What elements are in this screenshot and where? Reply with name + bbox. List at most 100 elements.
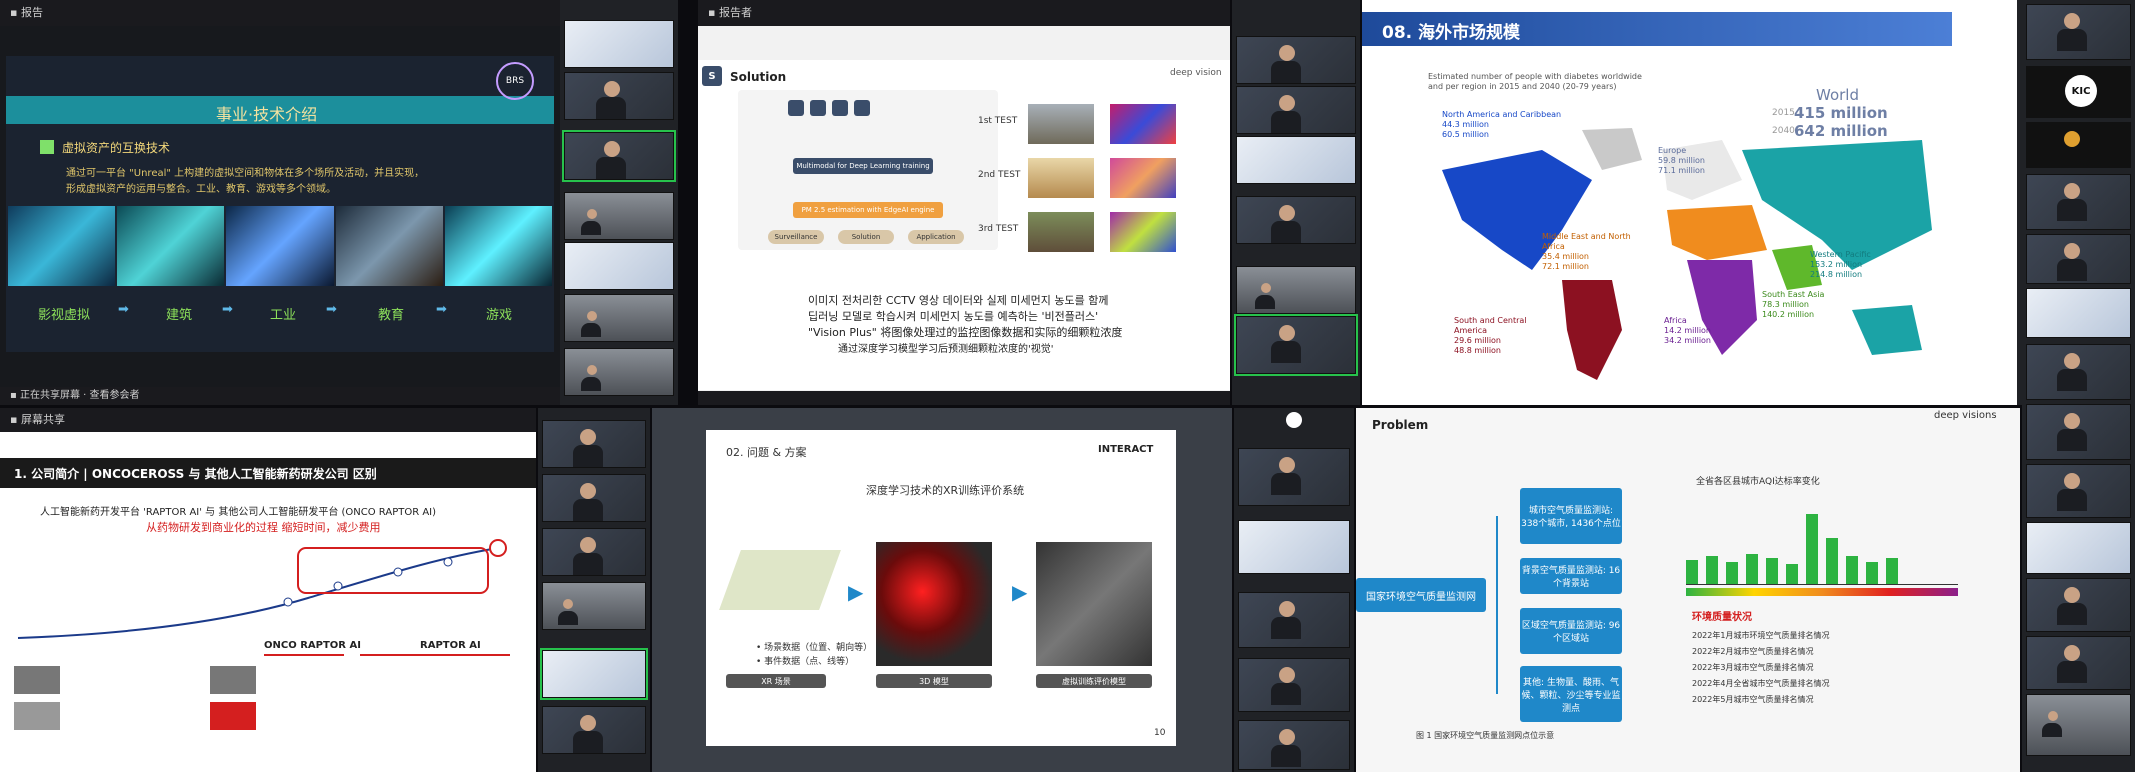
- tile-topbar: ▪ 屏幕共享: [0, 408, 536, 432]
- station-box-3: 区域空气质量监测站: 96个区域站: [1520, 608, 1622, 654]
- participant-tile[interactable]: [2026, 234, 2131, 284]
- participant-tile[interactable]: [2026, 522, 2131, 574]
- camera-icon: [810, 100, 826, 116]
- region-2040: 34.2 million: [1664, 336, 1712, 345]
- participant-tile[interactable]: [1236, 86, 1356, 134]
- figure-caption: 图 1 国家环境空气质量监测网点位示意: [1416, 731, 1555, 740]
- caption-line-4: 通过深度学习模型学习后预测细颗粒浓度的'视觉': [838, 344, 1054, 355]
- participant-tile[interactable]: [2026, 464, 2131, 518]
- participant-tile[interactable]: [564, 20, 674, 68]
- camera-icon: [788, 100, 804, 116]
- connector-line: [1496, 516, 1498, 694]
- test-image-3a: [1028, 212, 1094, 252]
- participant-tile[interactable]: [1238, 720, 1350, 770]
- line-1: 人工智能新药开发平台 'RAPTOR AI' 与 其他公司人工智能研发平台 (O…: [40, 507, 437, 518]
- region-2015: 153.2 million: [1810, 260, 1863, 269]
- chart-title: 全省各区县城市AQI达标率变化: [1696, 477, 1820, 487]
- station-box-1: 城市空气质量监测站: 338个城市, 1436个点位: [1520, 488, 1622, 544]
- participant-strip-q4: [538, 408, 650, 772]
- participant-tile[interactable]: [2026, 404, 2131, 460]
- participant-tile[interactable]: [1236, 196, 1356, 244]
- participant-tile[interactable]: [542, 582, 646, 630]
- subtitle-1: Estimated number of people with diabetes…: [1428, 72, 1642, 81]
- image-5: [444, 206, 553, 286]
- image-2: [117, 206, 225, 286]
- participant-tile[interactable]: [1238, 448, 1350, 506]
- flow-out-2: Solution: [838, 230, 894, 244]
- participant-tile[interactable]: [564, 348, 674, 396]
- test-label-3: 3rd TEST: [978, 224, 1019, 234]
- participant-tile[interactable]: [2026, 694, 2131, 756]
- test-image-1b: [1110, 104, 1176, 144]
- heatmap-image: [876, 542, 992, 666]
- participant-tile[interactable]: [2026, 122, 2131, 168]
- slide-header: 1. 公司简介 | ONCOCEROSS 与 其他人工智能新药研发公司 区别: [14, 467, 377, 481]
- participant-tile[interactable]: [1236, 136, 1356, 184]
- shared-slide: 08. 海外市场规模 Estimated number of people wi…: [1362, 0, 1952, 405]
- region-greenland: [1582, 128, 1642, 170]
- video-tile-q4[interactable]: ▪ 屏幕共享 1. 公司简介 | ONCOCEROSS 与 其他人工智能新药研发…: [0, 408, 536, 772]
- region-name: Western Pacific: [1810, 250, 1871, 259]
- participant-tile[interactable]: [542, 420, 646, 468]
- participant-strip-q5: [1234, 408, 1354, 772]
- participant-tile[interactable]: [564, 242, 674, 290]
- timeline-chart: [17, 539, 507, 639]
- video-tile-q5[interactable]: 02. 问题 & 方案 INTERACT 深度学习技术的XR训练评价系统 • 场…: [652, 408, 1232, 772]
- image-strip: [8, 206, 553, 286]
- column-1-heading: ONCO RAPTOR AI: [264, 640, 361, 651]
- bar-chart: [1686, 498, 1958, 585]
- region-name: South and Central America: [1454, 316, 1527, 335]
- body-line-1: 通过可一平台 "Unreal" 上构建的虚拟空间和物体在多个场所及活动，并且实现…: [66, 168, 425, 179]
- video-tile-q3[interactable]: 08. 海外市场规模 Estimated number of people wi…: [1362, 0, 2022, 405]
- participant-tile[interactable]: [564, 72, 674, 120]
- left-grey-box: [14, 666, 60, 694]
- participant-tile[interactable]: [1238, 592, 1350, 648]
- participant-tile[interactable]: [1238, 658, 1350, 712]
- list-item-4: 2022年4月全省城市空气质量排名情况: [1692, 679, 1830, 688]
- divider: [264, 654, 344, 656]
- participant-tile[interactable]: [2026, 4, 2131, 60]
- page-number: 10: [1154, 728, 1166, 738]
- camera-icon: [854, 100, 870, 116]
- video-tile-q2[interactable]: ▪ 报告者 S Solution deep vision Multimodal …: [698, 0, 1230, 405]
- shared-slide: 事业·技术介绍 BRS 虚拟资产的互换技术 通过可一平台 "Unreal" 上构…: [6, 56, 554, 352]
- slide-title: Problem: [1372, 418, 1429, 432]
- participant-tile[interactable]: [2026, 344, 2131, 400]
- participant-tile[interactable]: [540, 648, 648, 700]
- brand: deep visions: [1934, 410, 1997, 421]
- participant-tile[interactable]: [542, 706, 646, 754]
- participant-tile[interactable]: [562, 130, 676, 182]
- caption-3: 虚拟训练评价模型: [1036, 674, 1152, 688]
- video-tile-q6[interactable]: Problem deep visions 国家环境空气质量监测网 城市空气质量监…: [1356, 408, 2020, 772]
- shared-slide: 02. 问题 & 方案 INTERACT 深度学习技术的XR训练评价系统 • 场…: [706, 430, 1176, 746]
- participant-tile[interactable]: [2026, 174, 2131, 230]
- participant-tile[interactable]: [2026, 578, 2131, 632]
- participant-tile[interactable]: [2026, 636, 2131, 690]
- list-item-5: 2022年5月城市空气质量排名情况: [1692, 695, 1814, 704]
- participant-tile[interactable]: [564, 192, 674, 240]
- caption-2: 3D 模型: [876, 674, 992, 688]
- participant-tile[interactable]: [1236, 266, 1356, 314]
- participant-tile[interactable]: [1236, 36, 1356, 84]
- badge-icon: BRS: [496, 62, 534, 100]
- participant-tile[interactable]: [1238, 520, 1350, 574]
- video-tile-q1[interactable]: ▪ 报告 事业·技术介绍 BRS 虚拟资产的互换技术 通过可一平台 "Unrea…: [0, 0, 560, 405]
- xr-scene-icon: [719, 550, 841, 610]
- participant-tile[interactable]: [564, 294, 674, 342]
- region-2040: 60.5 million: [1442, 130, 1490, 139]
- participant-tile[interactable]: KIC: [2026, 66, 2131, 118]
- subtitle-2: and per region in 2015 and 2040 (20-79 y…: [1428, 82, 1617, 91]
- region-name: Middle East and North Africa: [1542, 232, 1631, 251]
- region-2015: 14.2 million: [1664, 326, 1712, 335]
- arrow-right-icon: ▶: [848, 580, 864, 604]
- steps-row: 影视虚拟 ➡ 建筑 ➡ 工业 ➡ 教育 ➡ 游戏: [26, 302, 546, 326]
- participant-tile[interactable]: [1234, 314, 1358, 376]
- participant-tile[interactable]: [2026, 288, 2131, 338]
- camera-icons: [788, 100, 908, 116]
- kic-logo-icon: KIC: [2065, 75, 2097, 107]
- world-label: World: [1816, 86, 1859, 104]
- participant-tile[interactable]: [542, 474, 646, 522]
- bar: [1806, 514, 1818, 584]
- slide-subtitle: 深度学习技术的XR训练评价系统: [866, 484, 1025, 497]
- participant-tile[interactable]: [542, 528, 646, 576]
